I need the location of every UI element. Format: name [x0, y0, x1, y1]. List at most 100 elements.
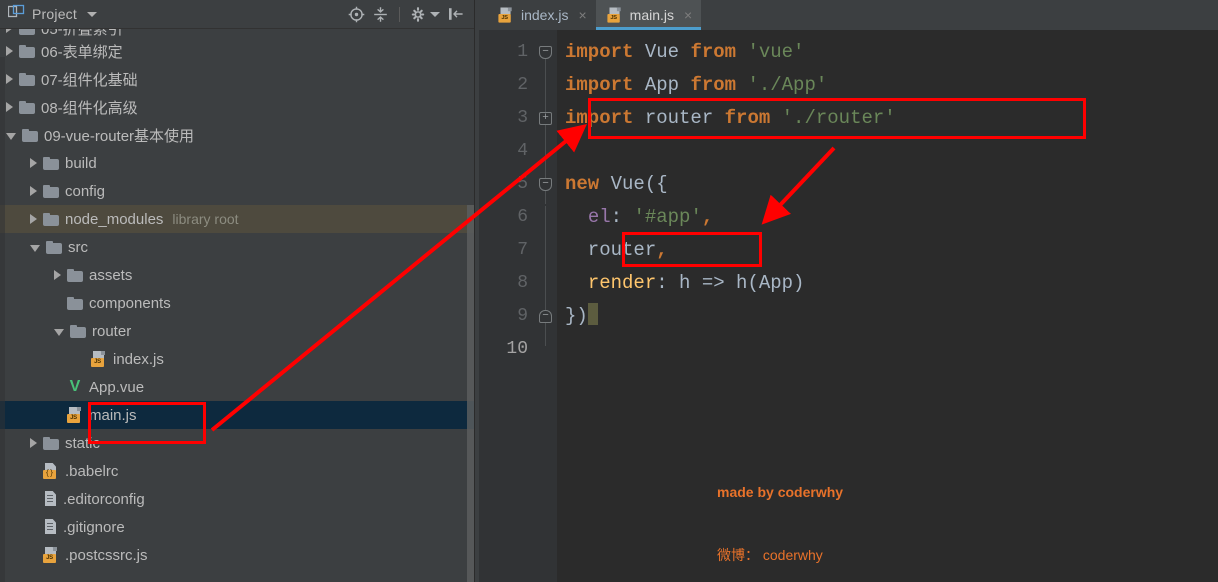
code-line-9: }): [557, 300, 1218, 333]
fold-marker-line-3[interactable]: +: [539, 112, 552, 125]
code-token: router: [633, 107, 725, 129]
fold-marker-line-1[interactable]: −: [539, 46, 552, 59]
code-line-2: import App from './App': [557, 69, 1218, 102]
tree-arrow-placeholder: [54, 412, 61, 419]
code-text[interactable]: import Vue from 'vue' import App from './…: [557, 30, 1218, 582]
project-panel-title: Project: [32, 6, 77, 22]
fold-marker-line-5[interactable]: −: [539, 178, 552, 191]
tree-row-index.js[interactable]: JS index.js: [0, 345, 474, 373]
tree-row-05-[interactable]: 05-折叠索引: [0, 29, 474, 37]
tree-row-router[interactable]: router: [0, 317, 474, 345]
editor-tab-index-js[interactable]: JS index.js ×: [487, 0, 596, 30]
code-token: new: [565, 173, 600, 195]
chevron-right-icon[interactable]: [54, 270, 61, 280]
tree-row-label: .editorconfig: [63, 490, 145, 508]
vue-file-icon: V: [69, 378, 81, 395]
chevron-right-icon[interactable]: [6, 46, 13, 56]
code-token: Vue: [633, 41, 691, 63]
locate-target-icon[interactable]: [348, 6, 365, 23]
folder-icon: [43, 436, 59, 450]
editor-tab-bar: JS index.js × JS main.js ×: [479, 0, 1218, 30]
chevron-right-icon[interactable]: [6, 74, 13, 84]
tree-row-app.vue[interactable]: V App.vue: [0, 373, 474, 401]
tree-row-src[interactable]: src: [0, 233, 474, 261]
tree-row-label: App.vue: [89, 378, 145, 396]
code-token: ,: [656, 239, 668, 261]
tree-row-08-[interactable]: 08-组件化高级: [0, 93, 474, 121]
editor-tab-label: main.js: [629, 7, 675, 23]
tree-row-label: router: [92, 322, 132, 340]
line-number: 7: [517, 240, 528, 260]
tree-row-07-[interactable]: 07-组件化基础: [0, 65, 474, 93]
tree-row-build[interactable]: build: [0, 149, 474, 177]
chevron-down-icon[interactable]: [86, 11, 97, 17]
code-token: }): [565, 305, 588, 327]
tree-row-06-[interactable]: 06-表单绑定: [0, 37, 474, 65]
chevron-down-icon[interactable]: [54, 329, 64, 336]
tree-row-main.js[interactable]: JS main.js: [0, 401, 474, 429]
ide-window: Project 06-表单绑定 07-组件化基础 08-组件化高级 09-vue…: [0, 0, 1218, 582]
folder-icon: [19, 29, 35, 35]
hide-panel-icon[interactable]: [448, 6, 464, 22]
tree-arrow-placeholder: [78, 356, 85, 363]
editor-tab-main-js[interactable]: JS main.js ×: [595, 0, 702, 30]
tree-row-config[interactable]: config: [0, 177, 474, 205]
chevron-down-icon[interactable]: [30, 245, 40, 252]
tree-row-static[interactable]: static: [0, 429, 474, 457]
chevron-right-icon[interactable]: [30, 186, 37, 196]
folder-icon: [70, 324, 86, 338]
tree-arrow-placeholder: [30, 552, 37, 559]
code-token: './App': [747, 74, 828, 96]
text-file-icon: [43, 491, 57, 507]
tree-row-.editorconfig[interactable]: .editorconfig: [0, 485, 474, 513]
code-token: import: [565, 107, 634, 129]
folder-icon: [43, 184, 59, 198]
line-number-gutter: 1 2 3 4 5 6 7 8 9 10: [479, 30, 535, 582]
chevron-right-icon[interactable]: [30, 214, 37, 224]
text-file-icon: [43, 519, 57, 535]
tree-row-.babelrc[interactable]: {} .babelrc: [0, 457, 474, 485]
tree-row-components[interactable]: components: [0, 289, 474, 317]
collapse-all-icon[interactable]: [373, 6, 388, 23]
tree-row-assets[interactable]: assets: [0, 261, 474, 289]
code-token: : h => h(App): [656, 272, 805, 294]
panel-left-strip: [0, 57, 5, 582]
fold-guide-line: [545, 206, 546, 346]
project-panel-scrollbar[interactable]: [467, 205, 474, 582]
code-token: import: [565, 41, 634, 63]
settings-gear-icon[interactable]: [411, 6, 427, 23]
tree-row-label: components: [89, 294, 171, 312]
gear-dropdown-icon[interactable]: [430, 11, 440, 17]
tree-row-node_modules[interactable]: node_modules library root: [0, 205, 474, 233]
chevron-right-icon[interactable]: [6, 102, 13, 112]
chevron-right-icon[interactable]: [30, 158, 37, 168]
tree-row-label: assets: [89, 266, 133, 284]
close-icon[interactable]: ×: [578, 7, 586, 23]
folder-icon: [22, 128, 38, 142]
code-area[interactable]: 1 2 3 4 5 6 7 8 9 10 − + − − import Vue from 'vue' im…: [479, 30, 1218, 582]
project-panel: Project 06-表单绑定 07-组件化基础 08-组件化高级 09-vue…: [0, 0, 474, 582]
code-token: render: [587, 272, 657, 294]
code-fold-column[interactable]: − + − −: [535, 30, 557, 582]
code-line-6: el: '#app',: [557, 201, 1218, 234]
tree-row-.gitignore[interactable]: .gitignore: [0, 513, 474, 541]
code-token: '#app': [633, 206, 702, 228]
folder-icon: [67, 296, 83, 310]
folder-icon: [43, 156, 59, 170]
line-number: 2: [517, 75, 528, 95]
editor-tab-label: index.js: [521, 7, 569, 23]
project-file-tree[interactable]: 05-折叠索引 06-表单绑定 07-组件化基础 08-组件化高级 09-vue-rou…: [0, 29, 474, 582]
tree-row-09-vue-router[interactable]: 09-vue-router基本使用: [0, 121, 474, 149]
close-icon[interactable]: ×: [684, 7, 692, 23]
chevron-down-icon[interactable]: [6, 133, 16, 140]
toolbar-divider: [399, 6, 400, 22]
chevron-right-icon[interactable]: [30, 438, 37, 448]
chevron-right-icon[interactable]: [6, 29, 13, 33]
tree-row-.postcssrc.js[interactable]: JS .postcssrc.js: [0, 541, 474, 569]
text-caret: [587, 303, 598, 325]
code-token: from: [690, 41, 737, 63]
fold-marker-line-9[interactable]: −: [539, 310, 552, 323]
